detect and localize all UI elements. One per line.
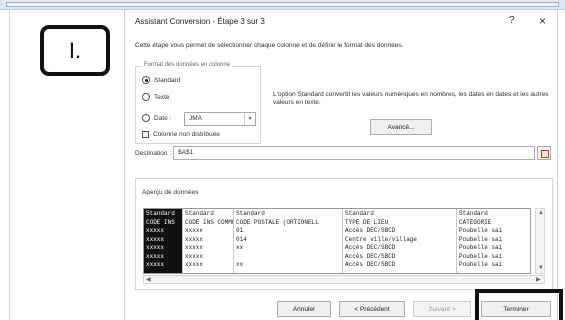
next-button[interactable]: Suivant > (413, 301, 471, 317)
wizard-intro-text: Cette étape vous permet de sélectionner … (135, 42, 404, 49)
preview-cell: Poubelle sai (459, 244, 503, 251)
help-button[interactable]: ? (509, 15, 515, 26)
scroll-down-icon[interactable]: ▼ (538, 265, 544, 271)
preview-cell: Poubelle sai (459, 261, 503, 268)
preview-horizontal-scrollbar[interactable]: ◀ ▶ (143, 275, 545, 284)
preview-cell: xxxxx (146, 235, 165, 243)
radio-standard-label: Standard (154, 76, 181, 84)
radio-standard-icon[interactable] (142, 76, 150, 84)
radio-skip-column[interactable]: Colonne non distribuée (142, 131, 220, 138)
preview-cell: TYPE DE LIEU (345, 218, 389, 226)
column-divider (233, 209, 234, 273)
window-top-inner (6, 2, 559, 7)
radio-skip-label: Colonne non distribuée (153, 131, 220, 138)
preview-cell: xxxxx (146, 227, 165, 234)
radio-texte-icon[interactable] (142, 93, 150, 101)
radio-texte-label: Texte (154, 93, 170, 101)
finish-button-highlight (475, 289, 563, 320)
column-format-legend: Format des données en colonne (142, 62, 233, 68)
scroll-up-icon[interactable]: ▲ (538, 210, 544, 216)
preview-cell: Accès DEC/SBCD (345, 261, 396, 268)
cancel-button[interactable]: Annuler (277, 301, 331, 317)
step-marker: I. (40, 25, 110, 76)
date-format-value: JMA (189, 115, 202, 122)
preview-cell: CODE INS (146, 218, 175, 226)
radio-texte[interactable]: Texte (142, 93, 170, 101)
data-preview-grid[interactable]: Standard Standard Standard Standard Standard… (143, 208, 531, 274)
step-marker-label: I. (68, 37, 82, 63)
radio-date-icon[interactable] (142, 114, 150, 122)
radio-date-label: Date : (154, 114, 172, 122)
window-top-band (0, 0, 565, 10)
preview-cell: xxxxx (185, 252, 204, 260)
screenshot: I. Assistant Conversion - Étape 3 sur 3 … (0, 0, 565, 320)
skip-column-checkbox-icon[interactable] (142, 131, 149, 138)
preview-header-cell: Standard (185, 210, 214, 217)
column-divider (182, 209, 183, 273)
preview-cell: xx (236, 244, 244, 251)
preview-cell: Poubelle sai (459, 227, 503, 234)
preview-cell: xxxxx (146, 261, 165, 268)
format-description: L'option Standard convertit les valeurs … (273, 91, 549, 106)
preview-cell: CATÉGORIE (459, 218, 492, 226)
preview-cell: Centre ville/village (345, 235, 418, 243)
preview-cell: xxxxx (146, 244, 165, 251)
preview-cell: Accès DEC/SBCD (345, 227, 396, 234)
preview-cell: xxxxx (185, 244, 204, 251)
preview-cell: CODE INS COMMUNE (185, 218, 233, 226)
preview-header-cell: Standard (146, 210, 175, 217)
preview-cell: 014 (236, 235, 247, 243)
preview-cell: Accès DEC/SBCD (345, 252, 396, 260)
column-divider (342, 209, 343, 273)
preview-cell: 01 (236, 227, 244, 234)
scroll-left-icon[interactable]: ◀ (146, 276, 151, 283)
column-format-group: Format des données en colonne Standard T… (135, 62, 261, 144)
chevron-down-icon[interactable]: ▾ (244, 113, 255, 125)
preview-cell: xxxxx (185, 227, 204, 234)
radio-date[interactable]: Date : (142, 114, 171, 122)
preview-header-cell: Standard (345, 210, 374, 217)
dialog-title: Assistant Conversion - Étape 3 sur 3 (135, 17, 265, 26)
scroll-right-icon[interactable]: ▶ (536, 276, 541, 283)
preview-header-cell: Standard (459, 210, 488, 217)
text-import-wizard-dialog: Assistant Conversion - Étape 3 sur 3 ? ×… (124, 10, 557, 320)
range-select-icon[interactable] (537, 146, 551, 160)
data-preview-legend: Aperçu de données (142, 189, 199, 196)
preview-cell: Poubelle sai (459, 235, 503, 243)
preview-cell: Poubelle sai (459, 252, 503, 260)
right-strip (557, 10, 565, 320)
destination-input[interactable]: $A$1 (173, 146, 535, 160)
preview-vertical-scrollbar[interactable]: ▲ ▼ (535, 208, 545, 274)
preview-cell: xxxxx (185, 235, 204, 243)
radio-standard[interactable]: Standard (142, 76, 180, 84)
preview-cell: xx (236, 261, 244, 268)
left-strip (0, 10, 10, 320)
advanced-button[interactable]: Avancé... (370, 119, 432, 135)
column-divider (456, 209, 457, 273)
destination-label: Destination : (135, 150, 172, 157)
date-format-select[interactable]: JMA ▾ (184, 112, 256, 126)
close-button[interactable]: × (539, 14, 546, 28)
preview-cell: Accès DEC/SBCD (345, 244, 396, 251)
preview-cell: xxxxx (146, 252, 165, 260)
preview-header-cell: Standard (236, 210, 265, 217)
previous-button[interactable]: < Précédent (339, 301, 405, 317)
preview-cell: CODE POSTALE (ORTIONELL (236, 218, 319, 226)
preview-cell: xxxxx (185, 261, 204, 268)
